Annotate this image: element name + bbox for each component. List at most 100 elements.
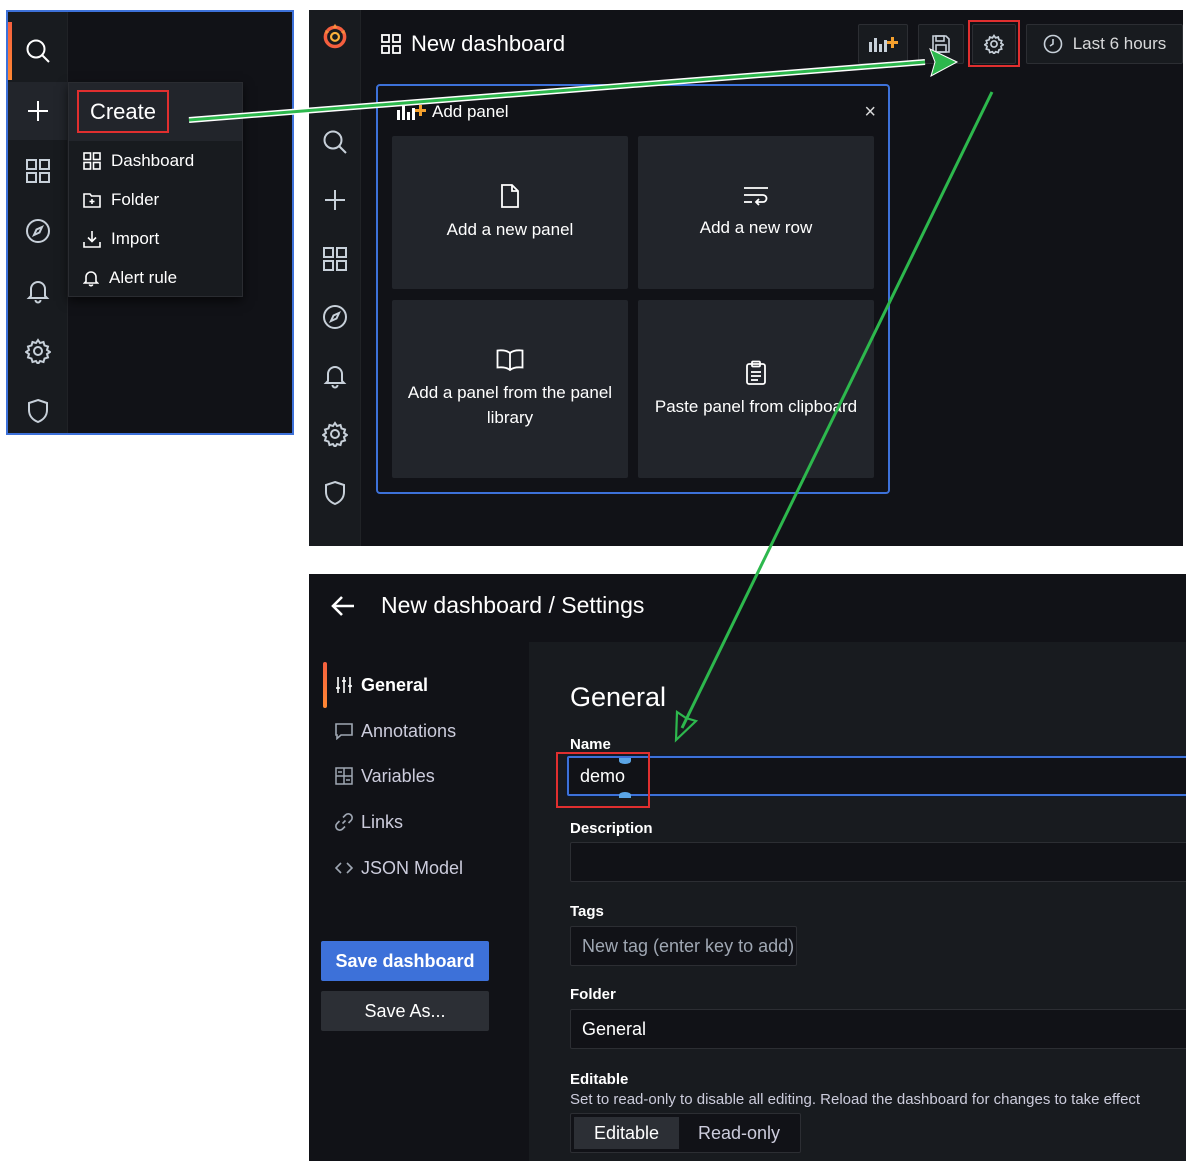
menu-item-folder[interactable]: Folder (83, 188, 159, 212)
folder-select[interactable]: General (570, 1009, 1186, 1049)
wrap-text-icon (743, 185, 769, 207)
nav-server-admin[interactable] (8, 382, 68, 433)
section-heading: General (570, 682, 667, 712)
editable-radio-group: Editable Read-only (570, 1113, 801, 1153)
settings-nav-links[interactable]: Links (335, 807, 403, 837)
time-range-picker[interactable]: Last 6 hours (1026, 24, 1183, 64)
import-icon (83, 230, 101, 248)
settings-nav-label: Annotations (361, 720, 457, 741)
description-input[interactable] (570, 842, 1186, 882)
dashboard-title: New dashboard (381, 30, 565, 58)
sliders-icon (335, 676, 353, 694)
tile-label: Add a new panel (446, 220, 574, 239)
nav-search[interactable] (8, 22, 68, 80)
shield-icon[interactable] (321, 479, 349, 507)
tile-label: Paste panel from clipboard (654, 396, 858, 416)
compass-icon[interactable] (321, 303, 349, 331)
save-icon (931, 34, 951, 54)
tile-label: Add a new row (699, 218, 813, 237)
save-dashboard-button[interactable] (918, 24, 964, 64)
apps-icon (25, 158, 51, 184)
nav-explore[interactable] (8, 202, 68, 260)
editable-hint: Set to read-only to disable all editing.… (570, 1091, 1141, 1108)
side-nav-rail (309, 10, 361, 546)
apps-icon (83, 152, 101, 170)
clock-icon (1043, 34, 1063, 54)
gear-icon[interactable] (321, 420, 349, 448)
paste-panel-tile[interactable]: Paste panel from clipboard (638, 300, 874, 478)
time-range-label: Last 6 hours (1072, 34, 1167, 53)
add-panel-title: Add panel (432, 102, 509, 121)
file-blank-icon (500, 183, 520, 209)
book-open-icon (496, 348, 524, 372)
tile-label: Add a panel from the panel library (407, 383, 613, 427)
settings-header: New dashboard / Settings (309, 574, 1186, 640)
compass-icon (25, 218, 51, 244)
settings-nav-annotations[interactable]: Annotations (335, 716, 456, 746)
close-icon[interactable]: × (864, 102, 876, 122)
add-panel-widget: Add panel × Add a new panel Add a new ro… (376, 84, 890, 494)
plus-icon (26, 99, 50, 123)
apps-icon[interactable] (321, 245, 349, 273)
bell-icon (26, 278, 50, 304)
bell-icon (83, 269, 99, 287)
menu-item-label: Folder (111, 190, 160, 209)
editable-option[interactable]: Editable (574, 1117, 679, 1149)
panel-add-icon (396, 103, 426, 121)
search-icon[interactable] (321, 128, 349, 156)
create-dropdown-header: Create (69, 83, 242, 141)
menu-item-label: Dashboard (111, 151, 195, 170)
search-icon (25, 38, 51, 64)
editable-label: Editable (570, 1071, 629, 1088)
name-input[interactable]: demo (567, 756, 1186, 796)
calculator-icon (335, 767, 353, 785)
folder-plus-icon (83, 191, 101, 209)
panel-add-icon (868, 35, 898, 53)
plus-icon[interactable] (321, 186, 349, 214)
menu-item-alert-rule[interactable]: Alert rule (83, 266, 177, 290)
side-nav-rail (8, 12, 68, 433)
menu-item-label: Import (111, 229, 160, 248)
nav-active-accent (8, 22, 12, 80)
add-new-panel-tile[interactable]: Add a new panel (392, 136, 628, 289)
settings-nav-label: Variables (361, 765, 435, 786)
nav-create[interactable] (8, 82, 68, 140)
nav-configuration[interactable] (8, 322, 68, 380)
create-menu-screenshot: Create Dashboard Folder Import Alert rul… (6, 10, 294, 435)
add-panel-button[interactable] (858, 24, 908, 64)
nav-alerting[interactable] (8, 262, 68, 320)
name-highlight (556, 752, 650, 808)
name-label: Name (570, 736, 611, 753)
save-as-button[interactable]: Save As... (321, 991, 489, 1031)
text-cursor-handle (619, 758, 631, 764)
settings-nav-json-model[interactable]: JSON Model (335, 853, 463, 883)
folder-value: General (582, 1018, 647, 1039)
settings-nav-variables[interactable]: Variables (335, 761, 435, 791)
tags-placeholder: New tag (enter key to add) (582, 935, 795, 956)
menu-item-dashboard[interactable]: Dashboard (83, 149, 194, 173)
add-panel-header: Add panel (396, 102, 509, 122)
settings-nav-general[interactable]: General (335, 670, 428, 700)
gear-icon (25, 338, 51, 364)
text-cursor-handle (619, 792, 631, 798)
tags-label: Tags (570, 903, 604, 920)
menu-item-import[interactable]: Import (83, 227, 159, 251)
add-new-row-tile[interactable]: Add a new row (638, 136, 874, 289)
settings-nav-label: Links (361, 811, 404, 832)
nav-active-accent (323, 662, 327, 708)
settings-nav-label: General (361, 674, 429, 695)
create-title-highlight[interactable]: Create (77, 90, 169, 133)
create-dropdown: Create Dashboard Folder Import Alert rul… (68, 82, 243, 297)
grafana-logo[interactable] (321, 22, 349, 50)
apps-icon (381, 34, 401, 54)
comment-icon (335, 722, 353, 740)
nav-dashboards[interactable] (8, 142, 68, 200)
settings-nav-label: JSON Model (361, 857, 464, 878)
read-only-option[interactable]: Read-only (681, 1117, 797, 1149)
bell-icon[interactable] (321, 362, 349, 390)
tags-input[interactable]: New tag (enter key to add) (570, 926, 797, 966)
add-library-panel-tile[interactable]: Add a panel from the panel library (392, 300, 628, 478)
folder-label: Folder (570, 986, 616, 1003)
arrow-left-icon[interactable] (329, 592, 357, 620)
save-dashboard-button[interactable]: Save dashboard (321, 941, 489, 981)
